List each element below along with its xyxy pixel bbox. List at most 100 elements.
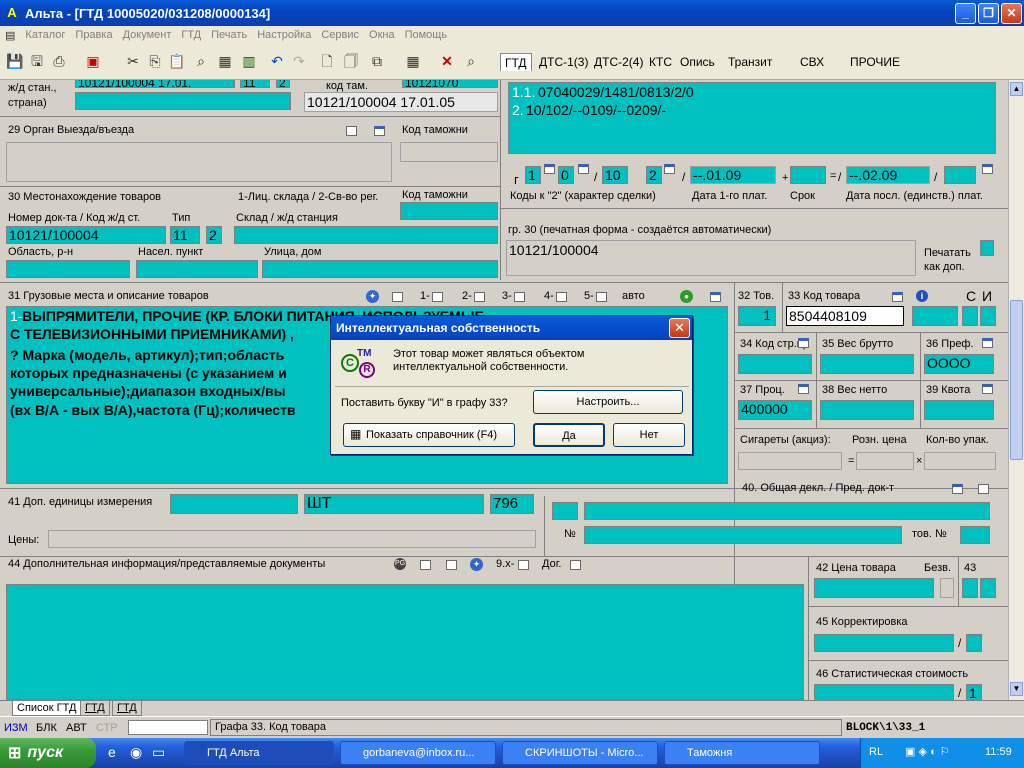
- scroll-up-icon[interactable]: ▲: [1010, 82, 1023, 96]
- g44-field[interactable]: [6, 584, 804, 700]
- g43-a-field[interactable]: [962, 578, 978, 598]
- g34-field[interactable]: [738, 354, 812, 374]
- paste-icon[interactable]: 📋: [168, 52, 186, 70]
- tab-dts2[interactable]: ДТС-2(4): [590, 53, 647, 71]
- g33-ext-field[interactable]: [912, 306, 958, 326]
- g30-sklad-field[interactable]: [234, 226, 498, 244]
- strana-field[interactable]: [75, 92, 291, 110]
- kod-tam-prev-field[interactable]: 10121070: [402, 80, 498, 90]
- code4-list-icon[interactable]: [664, 164, 675, 174]
- tab-opis[interactable]: Опись: [676, 53, 719, 71]
- g36-field[interactable]: ОООО: [924, 354, 994, 374]
- start-button[interactable]: ⊞ пуск: [0, 738, 96, 768]
- g40-list-icon[interactable]: [952, 484, 963, 494]
- code1-list-icon[interactable]: [544, 164, 555, 174]
- g44-note2-icon[interactable]: [446, 560, 457, 570]
- g41-prices-field[interactable]: [48, 530, 536, 548]
- undo-icon[interactable]: ↶: [268, 52, 286, 70]
- task-customs[interactable]: Таможня: [664, 741, 820, 765]
- g39-field[interactable]: [924, 400, 994, 420]
- g46-field[interactable]: [814, 684, 954, 700]
- g30-kod-field[interactable]: [400, 202, 498, 220]
- save-as-icon[interactable]: 🖫: [28, 52, 46, 70]
- g42-field[interactable]: [814, 578, 934, 598]
- task-gtd-alta[interactable]: ГТД Альта: [184, 741, 334, 765]
- green-circle-icon[interactable]: ●: [680, 290, 693, 303]
- table-icon[interactable]: ▦: [404, 52, 422, 70]
- srok-field[interactable]: [790, 166, 826, 184]
- g33-i-field[interactable]: [980, 306, 996, 326]
- list-icon[interactable]: [374, 126, 385, 136]
- lang-indicator[interactable]: RL: [869, 746, 883, 758]
- g43-b-field[interactable]: [980, 578, 996, 598]
- code4-field[interactable]: 2: [646, 166, 662, 184]
- binoculars-icon[interactable]: ⌕: [192, 52, 210, 70]
- cig-qty-field[interactable]: [924, 452, 996, 470]
- menu-katalog[interactable]: Каталог: [20, 29, 70, 41]
- dialog-close-icon[interactable]: ✕: [669, 318, 690, 338]
- g33-list-icon[interactable]: [892, 292, 903, 302]
- list-icon-31[interactable]: [710, 292, 721, 302]
- g46-b-field[interactable]: 1: [966, 684, 982, 700]
- book-icon[interactable]: ▥: [240, 52, 258, 70]
- mark5-icon[interactable]: [596, 292, 607, 302]
- binoculars-search-icon[interactable]: ⌕: [462, 52, 480, 70]
- tab-kts[interactable]: КТС: [645, 53, 676, 71]
- prev-c-field[interactable]: 2: [276, 80, 290, 90]
- scroll-thumb[interactable]: [1010, 300, 1023, 460]
- g29-field[interactable]: [6, 142, 392, 182]
- vertical-scrollbar[interactable]: ▲ ▼: [1008, 80, 1024, 700]
- tab-svh[interactable]: СВХ: [796, 53, 828, 71]
- g37-list-icon[interactable]: [798, 384, 809, 394]
- tab-prochie[interactable]: ПРОЧИЕ: [846, 53, 904, 71]
- code3-field[interactable]: 10: [602, 166, 628, 184]
- delete-icon[interactable]: ✕: [438, 52, 456, 70]
- copy-doc-icon[interactable]: 🗍: [342, 52, 360, 70]
- mark3-icon[interactable]: [514, 292, 525, 302]
- status-input[interactable]: [128, 720, 208, 735]
- date-list-icon[interactable]: [982, 164, 993, 174]
- g30-reg-field[interactable]: 2: [206, 226, 222, 244]
- menu-okna[interactable]: Окна: [364, 29, 400, 41]
- print-icon[interactable]: ⎙: [50, 52, 68, 70]
- new-doc-icon[interactable]: 🗋: [318, 52, 336, 70]
- calculator-icon[interactable]: ▦: [216, 52, 234, 70]
- g40-b-field[interactable]: [584, 502, 990, 520]
- prev-doc-field[interactable]: 10121/100004 17.01.: [75, 80, 235, 90]
- g41-qty-field[interactable]: [170, 494, 298, 514]
- g44-dog-icon[interactable]: [570, 560, 581, 570]
- g34-list-icon[interactable]: [798, 338, 809, 348]
- globe-icon[interactable]: ✦: [366, 290, 379, 303]
- close-button[interactable]: ✕: [1001, 3, 1022, 24]
- mark1-icon[interactable]: [432, 292, 443, 302]
- menu-pomosch[interactable]: Помощь: [400, 29, 453, 41]
- g30-oblast-field[interactable]: [6, 260, 130, 278]
- menu-servis[interactable]: Сервис: [316, 29, 364, 41]
- g40-tov-field[interactable]: [960, 526, 990, 544]
- note-icon[interactable]: [346, 126, 357, 136]
- redo-icon[interactable]: ↷: [290, 52, 308, 70]
- g40-note-icon[interactable]: [978, 484, 989, 494]
- g33-code-field[interactable]: 8504408109: [786, 306, 904, 326]
- menu-gtd[interactable]: ГТД: [176, 29, 206, 41]
- show-reference-button[interactable]: ▦ Показать справочник (F4): [343, 423, 515, 447]
- g39-list-icon[interactable]: [982, 384, 993, 394]
- g38-field[interactable]: [820, 400, 914, 420]
- task-email[interactable]: gorbaneva@inbox.ru...: [340, 741, 496, 765]
- cut-icon[interactable]: ✂: [124, 52, 142, 70]
- g45-b-field[interactable]: [966, 634, 982, 652]
- doc-dropdown-icon[interactable]: ⧉: [368, 52, 386, 70]
- copy-icon[interactable]: ⎘: [146, 52, 164, 70]
- sheet-tab-gtd-1[interactable]: ГТД: [80, 701, 110, 716]
- g36-list-icon[interactable]: [982, 338, 993, 348]
- task-screenshots[interactable]: СКРИНШОТЫ - Micro...: [502, 741, 658, 765]
- code1-field[interactable]: 1: [525, 166, 541, 184]
- cig-field[interactable]: [738, 452, 842, 470]
- g40-a-field[interactable]: [552, 502, 578, 520]
- note-icon-31[interactable]: [392, 292, 403, 302]
- g37-field[interactable]: 400000: [738, 400, 812, 420]
- menu-dokument[interactable]: Документ: [118, 29, 177, 41]
- g29-kod-field[interactable]: [400, 142, 498, 162]
- g30-nasel-field[interactable]: [136, 260, 258, 278]
- g41-unit-field[interactable]: ШТ: [304, 494, 484, 514]
